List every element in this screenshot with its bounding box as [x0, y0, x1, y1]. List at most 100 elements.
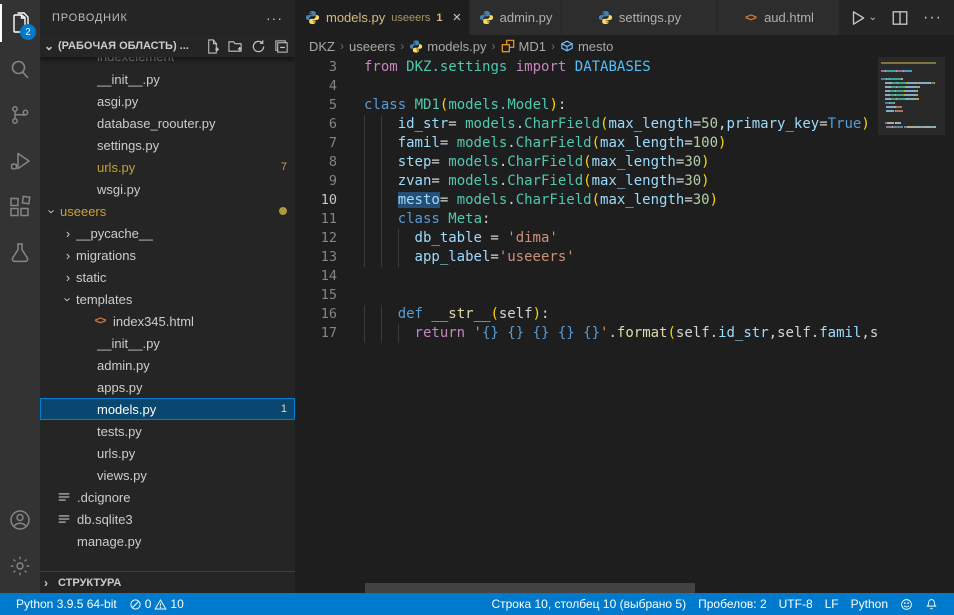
- new-file-icon[interactable]: [205, 39, 220, 54]
- line-number[interactable]: 11: [295, 210, 337, 229]
- encoding-status[interactable]: UTF-8: [773, 593, 819, 615]
- tree-file-manage-py[interactable]: manage.py: [40, 530, 295, 552]
- tab-models-py[interactable]: models.pyuseeers1×: [295, 0, 470, 35]
- tab-admin-py[interactable]: admin.py: [470, 0, 562, 35]
- breadcrumb-item-useeers[interactable]: useeers: [349, 39, 395, 54]
- breadcrumb-item-models-py[interactable]: models.py: [409, 39, 486, 54]
- minimap[interactable]: [878, 57, 945, 593]
- code-line-16[interactable]: 16 def __str__(self):: [295, 305, 954, 324]
- line-number[interactable]: 9: [295, 172, 337, 191]
- line-number[interactable]: 7: [295, 134, 337, 153]
- tree-folder-static[interactable]: ›static: [40, 266, 295, 288]
- minimap-line: [881, 66, 945, 68]
- language-mode-status[interactable]: Python: [845, 593, 894, 615]
- line-number[interactable]: 8: [295, 153, 337, 172]
- run-python-file-button[interactable]: ⌄: [849, 9, 877, 27]
- line-number[interactable]: 10: [295, 191, 337, 210]
- activitybar-extensions[interactable]: [0, 184, 40, 230]
- tree-file-indexelement[interactable]: indexelement: [40, 57, 295, 68]
- tree-file-models-py[interactable]: models.py1: [40, 398, 295, 420]
- tab-settings-py[interactable]: settings.py: [562, 0, 718, 35]
- code-line-7[interactable]: 7 famil= models.CharField(max_length=100…: [295, 134, 954, 153]
- tree-file--dcignore[interactable]: .dcignore: [40, 486, 295, 508]
- outline-section-header[interactable]: › СТРУКТУРА: [40, 571, 295, 593]
- activitybar-source-control[interactable]: [0, 92, 40, 138]
- line-number[interactable]: 5: [295, 96, 337, 115]
- line-number[interactable]: 12: [295, 229, 337, 248]
- code-line-17[interactable]: 17 return '{} {} {} {} {}'.format(self.i…: [295, 324, 954, 343]
- code-line-12[interactable]: 12 db_table = 'dima': [295, 229, 954, 248]
- code-line-14[interactable]: 14: [295, 267, 954, 286]
- activitybar-settings[interactable]: [0, 543, 40, 589]
- code-line-5[interactable]: 5class MD1(models.Model):: [295, 96, 954, 115]
- code-line-3[interactable]: 3from DKZ.settings import DATABASES: [295, 58, 954, 77]
- code-line-9[interactable]: 9 zvan= models.CharField(max_length=30): [295, 172, 954, 191]
- breadcrumb-item-md1[interactable]: MD1: [501, 39, 546, 54]
- line-number[interactable]: 16: [295, 305, 337, 324]
- problems-status[interactable]: 0 10: [123, 593, 190, 615]
- breadcrumb-item-mesto[interactable]: mesto: [560, 39, 613, 54]
- tree-item-label: templates: [76, 292, 132, 307]
- activitybar-account[interactable]: [0, 497, 40, 543]
- split-editor-icon[interactable]: [891, 9, 909, 27]
- new-folder-icon[interactable]: [228, 39, 243, 54]
- activitybar-run-debug[interactable]: [0, 138, 40, 184]
- indentation-status[interactable]: Пробелов: 2: [692, 593, 773, 615]
- tree-file-admin-py[interactable]: admin.py: [40, 354, 295, 376]
- line-number[interactable]: 14: [295, 267, 337, 286]
- indent-guide: [381, 229, 398, 248]
- tree-file-index345-html[interactable]: <>index345.html: [40, 310, 295, 332]
- eol-status[interactable]: LF: [819, 593, 845, 615]
- close-icon[interactable]: ×: [453, 9, 462, 26]
- tab-aud-html[interactable]: <>aud.html: [718, 0, 840, 35]
- tree-folder--pycache-[interactable]: ›__pycache__: [40, 222, 295, 244]
- editor-more-actions-button[interactable]: ···: [923, 9, 942, 27]
- tree-folder-templates[interactable]: ›templates: [40, 288, 295, 310]
- tree-folder-useeers[interactable]: ›useeers: [40, 200, 295, 222]
- activitybar-explorer[interactable]: 2: [0, 0, 40, 46]
- line-number[interactable]: 13: [295, 248, 337, 267]
- cursor-position-status[interactable]: Строка 10, столбец 10 (выбрано 5): [485, 593, 692, 615]
- tree-file-settings-py[interactable]: settings.py: [40, 134, 295, 156]
- code-line-11[interactable]: 11 class Meta:: [295, 210, 954, 229]
- explorer-more-actions-button[interactable]: ···: [266, 10, 283, 26]
- tree-file-views-py[interactable]: views.py: [40, 464, 295, 486]
- tree-file-tests-py[interactable]: tests.py: [40, 420, 295, 442]
- tree-file-apps-py[interactable]: apps.py: [40, 376, 295, 398]
- activitybar-testing[interactable]: [0, 230, 40, 276]
- tree-file-urls-py[interactable]: urls.py: [40, 442, 295, 464]
- run-icon[interactable]: [849, 9, 867, 27]
- tree-file--init-py[interactable]: __init__.py: [40, 68, 295, 90]
- feedback-icon[interactable]: [894, 593, 919, 615]
- code-line-8[interactable]: 8 step= models.CharField(max_length=30): [295, 153, 954, 172]
- code-line-10[interactable]: 10 mesto= models.CharField(max_length=30…: [295, 191, 954, 210]
- tree-file-asgi-py[interactable]: asgi.py: [40, 90, 295, 112]
- code-line-13[interactable]: 13 app_label='useeers': [295, 248, 954, 267]
- line-content: famil= models.CharField(max_length=100): [337, 134, 726, 153]
- tree-file-database-roouter-py[interactable]: database_roouter.py: [40, 112, 295, 134]
- workspace-section-header[interactable]: ⌄ (РАБОЧАЯ ОБЛАСТЬ) ...: [40, 35, 295, 57]
- python-interpreter-status[interactable]: Python 3.9.5 64-bit: [10, 593, 123, 615]
- line-number[interactable]: 4: [295, 77, 337, 96]
- tree-file--init-py[interactable]: __init__.py: [40, 332, 295, 354]
- refresh-icon[interactable]: [251, 39, 266, 54]
- tab-label: settings.py: [619, 10, 681, 25]
- line-number[interactable]: 3: [295, 58, 337, 77]
- line-number[interactable]: 15: [295, 286, 337, 305]
- line-number[interactable]: 17: [295, 324, 337, 343]
- tree-folder-migrations[interactable]: ›migrations: [40, 244, 295, 266]
- tree-file-wsgi-py[interactable]: wsgi.py: [40, 178, 295, 200]
- code-line-6[interactable]: 6 id_str= models.CharField(max_length=50…: [295, 115, 954, 134]
- code-editor[interactable]: 3from DKZ.settings import DATABASES45cla…: [295, 57, 954, 593]
- activitybar-search[interactable]: [0, 46, 40, 92]
- collapse-all-icon[interactable]: [274, 39, 289, 54]
- line-number[interactable]: 6: [295, 115, 337, 134]
- python-icon: [305, 10, 320, 25]
- code-line-15[interactable]: 15: [295, 286, 954, 305]
- horizontal-scrollbar[interactable]: [365, 583, 695, 593]
- notifications-bell-icon[interactable]: [919, 593, 944, 615]
- tree-file-db-sqlite3[interactable]: db.sqlite3: [40, 508, 295, 530]
- code-line-4[interactable]: 4: [295, 77, 954, 96]
- tree-file-urls-py[interactable]: urls.py7: [40, 156, 295, 178]
- breadcrumb-item-dkz[interactable]: DKZ: [309, 39, 335, 54]
